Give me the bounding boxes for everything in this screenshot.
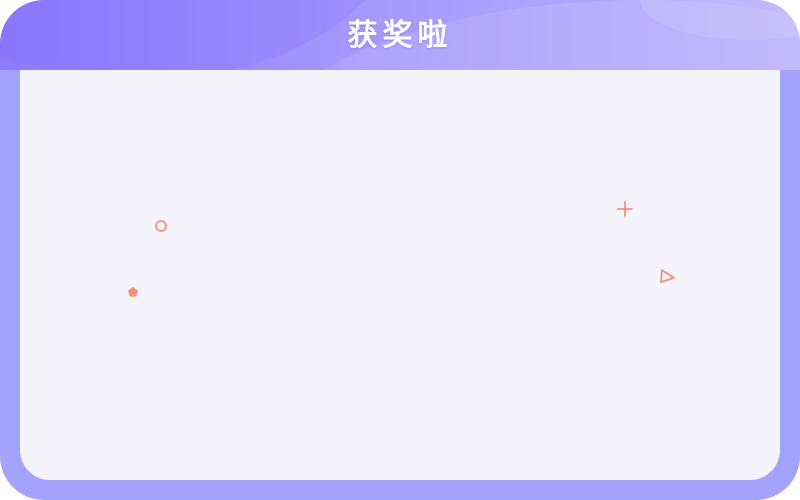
dialog-header: 获奖啦 [0, 0, 800, 70]
plus-icon [617, 201, 633, 217]
triangle-outline-icon [660, 269, 675, 283]
dialog-title: 获奖啦 [347, 18, 453, 53]
dialog-content-panel [20, 70, 780, 480]
award-dialog: 获奖啦 [0, 0, 800, 500]
circle-outline-icon [155, 220, 167, 232]
pentagon-icon [128, 287, 138, 297]
